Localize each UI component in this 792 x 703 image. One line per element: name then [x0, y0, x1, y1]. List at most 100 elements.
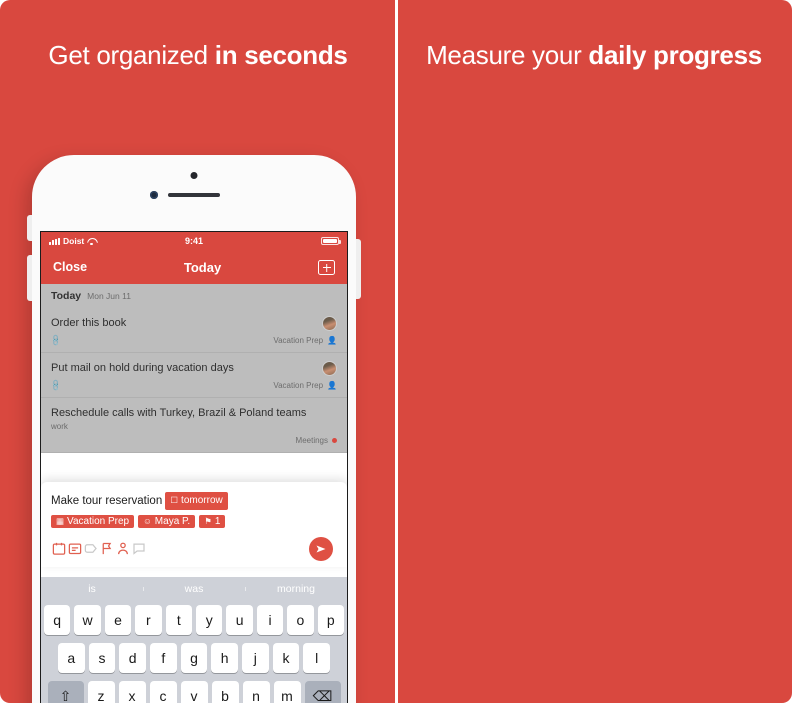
carrier-label: Doist	[63, 236, 85, 246]
proximity-sensor-icon	[190, 172, 198, 179]
task-title: Order this book	[51, 317, 127, 329]
key-j[interactable]: j	[242, 643, 269, 673]
person-icon: 👤	[327, 380, 337, 390]
shift-key[interactable]: ⇧	[47, 681, 84, 703]
table-row[interactable]: Put mail on hold during vacation days 🔗 …	[41, 353, 347, 398]
key-v[interactable]: v	[180, 681, 208, 703]
project-icon[interactable]	[67, 541, 83, 556]
left-status-bar: Doist 9:41	[41, 232, 347, 250]
key-y[interactable]: y	[196, 605, 223, 635]
table-row[interactable]: Reschedule calls with Turkey, Brazil & P…	[41, 398, 347, 454]
task-project: Meetings	[295, 436, 328, 446]
person-icon: 👤	[327, 335, 337, 345]
chip-due-date[interactable]: ☐ tomorrow	[165, 492, 228, 510]
key-o[interactable]: o	[287, 605, 314, 635]
key-a[interactable]: a	[57, 643, 85, 673]
key-l[interactable]: l	[303, 643, 331, 673]
suggestion-item[interactable]: morning	[245, 583, 347, 595]
battery-icon	[321, 236, 341, 246]
today-section-header: Today Mon Jun 11	[41, 284, 347, 308]
quick-add-composer[interactable]: Make tour reservation ☐ tomorrow ▦ Vacatio…	[41, 482, 347, 567]
page-title: Today	[183, 259, 222, 275]
status-left-group: Doist	[49, 236, 96, 246]
screenshot-stage: Get organized in seconds Doist 9:41 Clos…	[0, 0, 792, 703]
key-g[interactable]: g	[180, 643, 208, 673]
suggestion-item[interactable]: was	[143, 583, 245, 595]
task-project: Vacation Prep	[273, 335, 324, 345]
flag-icon: ⚑	[204, 515, 212, 526]
avatar	[322, 316, 337, 331]
wifi-icon	[87, 238, 96, 246]
key-n[interactable]: n	[242, 681, 270, 703]
chip-assignee[interactable]: ☺ Maya P.	[138, 514, 196, 528]
key-w[interactable]: w	[74, 605, 101, 635]
key-x[interactable]: x	[118, 681, 146, 703]
left-nav-bar: Close Today	[41, 250, 347, 284]
right-headline-normal: Measure your	[426, 40, 589, 70]
task-subtitle: work	[51, 422, 68, 432]
left-headline: Get organized in seconds	[0, 40, 396, 71]
close-button[interactable]: Close	[53, 260, 87, 274]
key-r[interactable]: r	[135, 605, 162, 635]
task-project: Vacation Prep	[273, 380, 324, 390]
earpiece-speaker	[168, 193, 220, 197]
onscreen-keyboard: is was morning q w e r t y u i o p a s d…	[41, 577, 347, 703]
comment-icon[interactable]	[131, 541, 147, 556]
key-u[interactable]: u	[226, 605, 253, 635]
key-b[interactable]: b	[211, 681, 239, 703]
left-headline-bold: in seconds	[214, 40, 348, 70]
left-phone-frame: Doist 9:41 Close Today Today Mon Jun 11	[27, 155, 361, 703]
task-title: Put mail on hold during vacation days	[51, 361, 234, 374]
suggestion-item[interactable]: is	[41, 583, 143, 595]
priority-dot-icon	[332, 438, 337, 444]
avatar	[322, 360, 337, 376]
front-camera-icon	[150, 191, 158, 199]
left-phone-screen: Doist 9:41 Close Today Today Mon Jun 11	[40, 231, 348, 703]
key-m[interactable]: m	[273, 681, 301, 703]
today-label: Today	[51, 290, 82, 302]
key-s[interactable]: s	[88, 643, 116, 673]
key-c[interactable]: c	[149, 681, 177, 703]
key-t[interactable]: t	[165, 605, 192, 635]
keyboard-row-2: a s d f g h j k l	[41, 639, 347, 677]
send-button[interactable]	[309, 536, 333, 561]
signal-bars-icon	[49, 237, 60, 245]
phone-power-button[interactable]	[356, 239, 361, 299]
left-promo-panel: Get organized in seconds Doist 9:41 Clos…	[0, 0, 396, 703]
label-icon[interactable]	[83, 541, 99, 556]
composer-chip-row: ▦ Vacation Prep ☺ Maya P. ⚑ 1	[51, 514, 337, 528]
task-meta: Meetings	[51, 436, 337, 445]
key-f[interactable]: f	[150, 643, 177, 673]
task-meta: Vacation Prep 👤	[51, 336, 337, 345]
panel-divider	[395, 0, 398, 703]
chip-assignee-label: Maya P.	[154, 515, 191, 527]
key-e[interactable]: e	[104, 605, 132, 635]
table-row[interactable]: Order this book 🔗 Vacation Prep 👤	[41, 308, 347, 353]
project-icon: ▦	[56, 515, 65, 526]
key-k[interactable]: k	[272, 643, 300, 673]
assignee-icon[interactable]	[115, 541, 131, 556]
task-meta: Vacation Prep 👤	[51, 381, 337, 390]
key-q[interactable]: q	[43, 605, 71, 635]
chip-project-label: Vacation Prep	[67, 515, 130, 527]
key-z[interactable]: z	[87, 681, 115, 703]
flag-icon[interactable]	[99, 541, 115, 556]
key-h[interactable]: h	[211, 643, 239, 673]
key-d[interactable]: d	[119, 643, 146, 673]
keyboard-suggestions: is was morning	[41, 577, 347, 601]
key-p[interactable]: p	[317, 605, 345, 635]
left-headline-normal: Get organized	[48, 40, 215, 70]
key-i[interactable]: i	[256, 605, 284, 635]
add-to-inbox-icon[interactable]	[318, 259, 335, 275]
backspace-key[interactable]: ⌫	[304, 681, 341, 703]
today-date: Mon Jun 11	[87, 291, 131, 301]
composer-input-text[interactable]: Make tour reservation	[51, 495, 162, 507]
chip-project[interactable]: ▦ Vacation Prep	[51, 514, 135, 528]
right-headline: Measure your daily progress	[396, 40, 792, 71]
composer-toolbar	[51, 536, 337, 561]
assignee-icon: ☺	[143, 516, 152, 527]
task-list: Order this book 🔗 Vacation Prep 👤 Put ma…	[41, 308, 347, 454]
calendar-icon[interactable]	[51, 541, 67, 556]
keyboard-row-1: q w e r t y u i o p	[41, 601, 347, 639]
chip-priority[interactable]: ⚑ 1	[199, 514, 226, 528]
